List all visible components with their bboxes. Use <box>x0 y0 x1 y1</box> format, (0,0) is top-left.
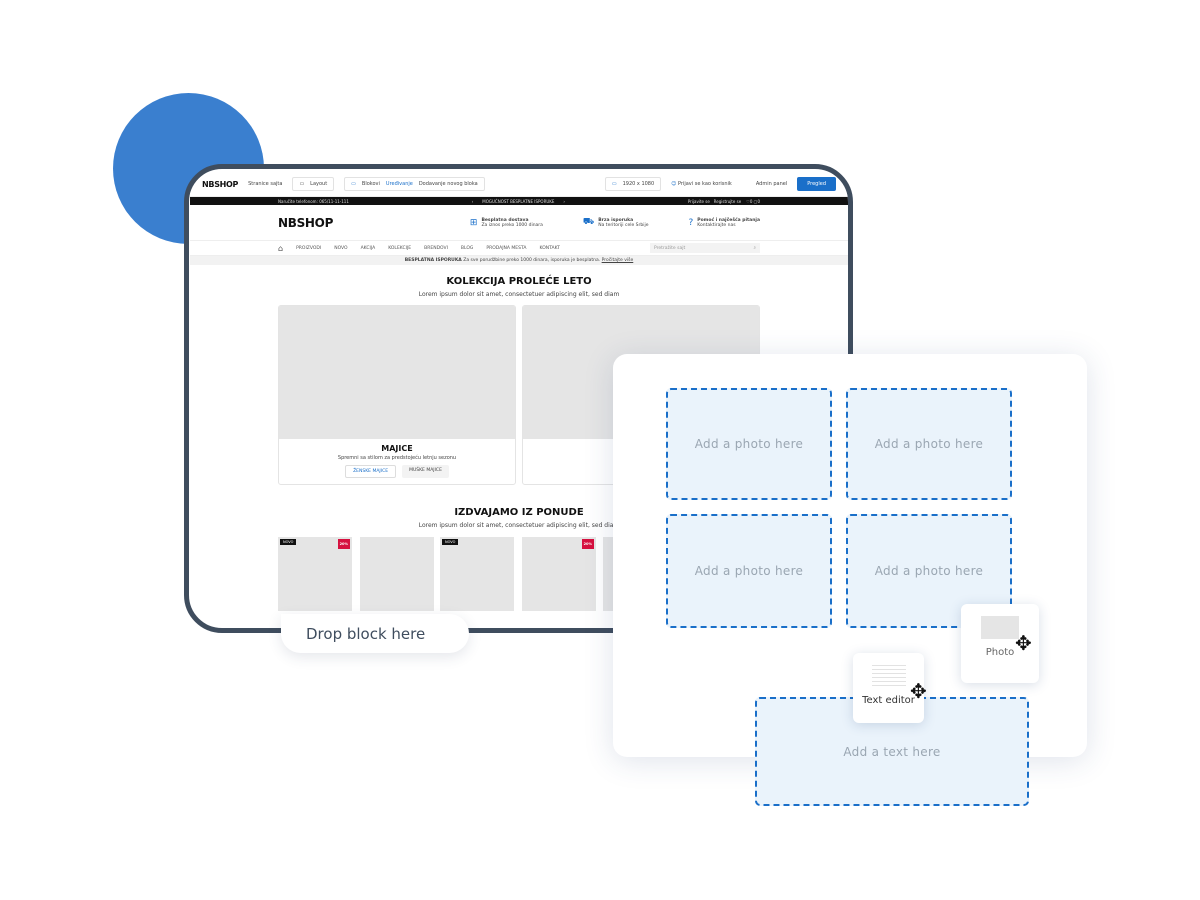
top-bar: Naručite telefonom: 065/11-11-111 ‹ MOGU… <box>190 197 848 205</box>
home-icon[interactable]: ⌂ <box>278 244 283 253</box>
product-tile[interactable]: NOVO <box>440 537 514 611</box>
admin-panel-link[interactable]: Admin panel <box>756 181 787 187</box>
delivery-strip: BESPLATNA ISPORUKA Za sve porudžbine pre… <box>190 256 848 265</box>
product-tile[interactable] <box>360 537 434 611</box>
feature-help: ? Pomoć i najčešća pitanja Kontaktirajte n… <box>688 217 760 228</box>
pages-menu[interactable]: Stranice sajta <box>248 181 282 187</box>
nav-item[interactable]: BLOG <box>461 246 473 251</box>
product-tile[interactable]: NOVO 20% <box>278 537 352 611</box>
resolution-select[interactable]: ▭ 1920 x 1080 <box>604 177 662 191</box>
nav-item[interactable]: PROIZVODI <box>296 246 321 251</box>
womens-shirts-button[interactable]: ŽENSKE MAJICE <box>345 465 397 478</box>
register-link[interactable]: Registrujte se <box>714 199 742 204</box>
card-image <box>279 306 515 439</box>
layout-icon: ▭ <box>299 181 305 187</box>
phone-text: Naručite telefonom: 065/11-11-111 <box>278 198 349 204</box>
photo-placeholder[interactable]: Add a photo here <box>666 514 832 628</box>
site-logo[interactable]: NBSHOP <box>278 216 333 230</box>
monitor-icon: ▭ <box>351 181 356 187</box>
move-cursor-icon: ✥ <box>1015 631 1032 655</box>
login-as-user[interactable]: ☺ Prijavi se kao korisnik <box>671 181 732 187</box>
text-lines-icon <box>871 665 906 687</box>
truck-icon: ⛟ <box>582 217 595 227</box>
move-cursor-icon: ✥ <box>910 679 927 703</box>
nav-item[interactable]: AKCIJA <box>361 246 376 251</box>
builder-toolbar: NBSHOP Stranice sajta ▭ Layout ▭ Blokovi Ur… <box>190 172 848 197</box>
layout-button[interactable]: ▭ Layout <box>292 177 335 191</box>
builder-logo: NBSHOP <box>202 179 239 189</box>
drop-zone[interactable]: Drop block here <box>281 614 469 653</box>
collection-subtitle: Lorem ipsum dolor sit amet, consectetuer… <box>418 291 620 298</box>
blocks-group: ▭ Blokovi Uređivanje Dodavanje novog bloka <box>344 177 485 191</box>
sale-badge: 20% <box>337 539 350 549</box>
blocks-tab[interactable]: Blokovi <box>362 181 380 187</box>
image-icon <box>981 616 1019 639</box>
preview-button[interactable]: Pregled <box>797 177 836 191</box>
editing-tab[interactable]: Uređivanje <box>386 181 413 187</box>
nav-item[interactable]: BRENDOVI <box>424 246 448 251</box>
feature-fast-shipping: ⛟ Brza isporuka Na teritoriji cele Srbije <box>582 217 649 228</box>
feature-free-delivery: ⊞ Besplatna dostava Za iznos preko 1000 di… <box>469 217 543 228</box>
nav-item[interactable]: KONTAKT <box>539 246 559 251</box>
login-link[interactable]: Prijavite se <box>688 199 710 204</box>
chevron-left-icon[interactable]: ‹ <box>472 199 483 204</box>
chevron-right-icon[interactable]: › <box>554 199 565 204</box>
collection-card[interactable]: MAJICE Spremni sa stilom za predstojeću … <box>278 305 516 485</box>
site-header: NBSHOP ⊞ Besplatna dostava Za iznos preko … <box>190 205 848 240</box>
nav-item[interactable]: NOVO <box>334 246 347 251</box>
read-more-link[interactable]: Pročitajte više <box>602 258 634 263</box>
new-badge: NOVO <box>280 539 297 545</box>
search-icon[interactable]: ⌕ <box>753 245 756 251</box>
sale-badge: 20% <box>581 539 594 549</box>
gift-icon: ⊞ <box>469 217 478 228</box>
monitor-icon: ▭ <box>611 181 617 187</box>
main-nav: ⌂ PROIZVODI NOVO AKCIJA KOLEKCIJE BRENDO… <box>190 240 848 256</box>
mens-shirts-button[interactable]: MUŠKE MAJICE <box>402 465 449 478</box>
nav-item[interactable]: KOLEKCIJE <box>388 246 411 251</box>
user-icon: ☺ <box>671 181 678 187</box>
promo-carousel: ‹ MOGUĆNOST BESPLATNE ISPORUKE › <box>471 198 565 204</box>
account-links: Prijavite se Registrujte se ♡0 ▢0 <box>687 198 760 204</box>
photo-placeholder[interactable]: Add a photo here <box>846 388 1012 500</box>
add-block-tab[interactable]: Dodavanje novog bloka <box>419 181 478 187</box>
help-icon: ? <box>688 217 694 228</box>
product-tile[interactable]: 20% <box>522 537 596 611</box>
search-input[interactable]: Pretražite sajt ⌕ <box>650 243 760 253</box>
collection-title: KOLEKCIJA PROLEĆE LETO <box>446 276 592 287</box>
photo-placeholder[interactable]: Add a photo here <box>666 388 832 500</box>
new-badge: NOVO <box>442 539 459 545</box>
nav-item[interactable]: PRODAJNA MESTA <box>486 246 526 251</box>
